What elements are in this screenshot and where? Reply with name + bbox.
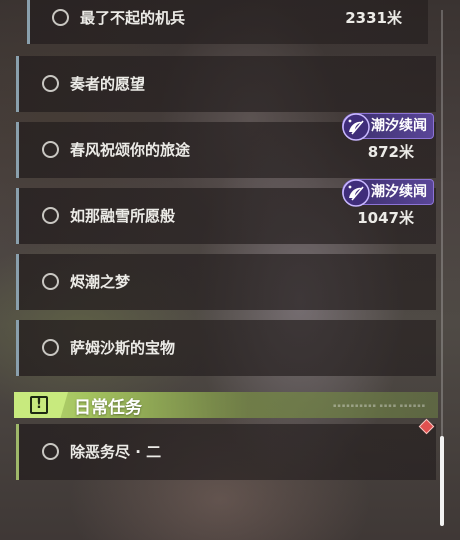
daily-section-title: 日常任务 <box>74 398 142 418</box>
circle-icon <box>42 443 59 460</box>
story-badge: 潮汐续闻 <box>342 179 434 207</box>
quest-name: 除恶务尽 · 二 <box>70 443 162 461</box>
circle-icon <box>42 141 59 158</box>
quest-item[interactable]: 萨姆沙斯的宝物 <box>16 320 436 376</box>
daily-section-header[interactable]: ! 日常任务 ▪▪▪▪▪▪▪▪▪▪ ▪▪▪▪ ▪▪▪▪▪▪ <box>14 392 438 418</box>
badge-label: 潮汐续闻 <box>371 118 427 134</box>
scroll-thumb[interactable] <box>440 436 444 526</box>
quest-name: 奏者的愿望 <box>70 75 146 93</box>
quest-name: 烬潮之梦 <box>70 273 131 291</box>
quest-name: 萨姆沙斯的宝物 <box>70 339 176 357</box>
tide-swirl-icon <box>342 179 370 207</box>
story-badge: 潮汐续闻 <box>342 113 434 141</box>
circle-icon <box>42 273 59 290</box>
quest-distance: 1047米 <box>357 209 414 227</box>
circle-icon <box>42 339 59 356</box>
daily-quest-item[interactable]: 除恶务尽 · 二 <box>16 424 436 480</box>
quest-name: 春风祝颂你的旅途 <box>70 141 191 159</box>
daily-icon-box: ! <box>14 392 68 418</box>
quest-distance: 872米 <box>367 143 414 161</box>
quest-name: 如那融雪所愿般 <box>70 207 176 225</box>
header-decoration: ▪▪▪▪▪▪▪▪▪▪ ▪▪▪▪ ▪▪▪▪▪▪ <box>333 403 426 409</box>
circle-icon <box>42 207 59 224</box>
circle-icon <box>42 75 59 92</box>
quest-item[interactable]: 烬潮之梦 <box>16 254 436 310</box>
quest-item[interactable]: 奏者的愿望 <box>16 56 436 112</box>
exclamation-icon: ! <box>30 396 48 414</box>
circle-icon <box>52 9 69 26</box>
quest-name: 最了不起的机兵 <box>80 9 186 27</box>
tide-swirl-icon <box>342 113 370 141</box>
quest-item[interactable]: 最了不起的机兵 2331米 <box>27 0 428 44</box>
badge-label: 潮汐续闻 <box>371 184 427 200</box>
quest-distance: 2331米 <box>345 9 402 27</box>
